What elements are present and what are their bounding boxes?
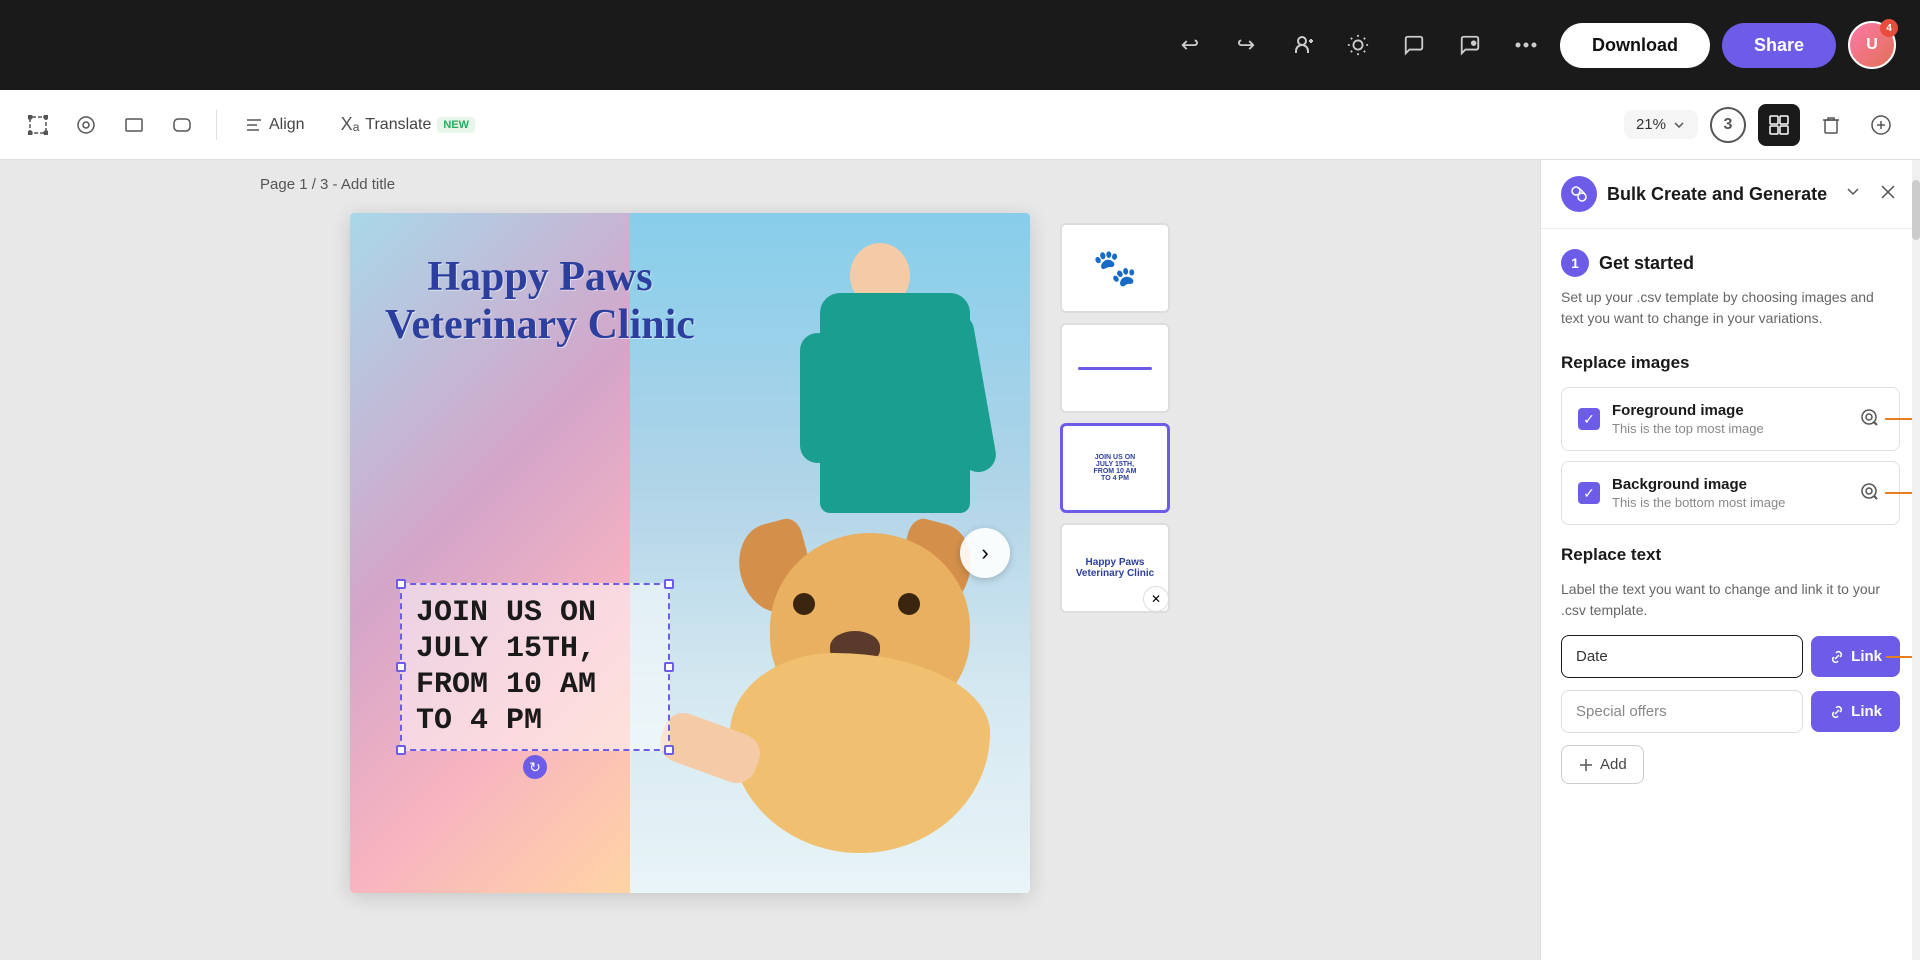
special-offers-text-input[interactable] [1561,690,1803,733]
collaborate-button[interactable] [1280,23,1324,67]
get-started-desc: Set up your .csv template by choosing im… [1561,287,1900,329]
foreground-image-label: Foreground image [1612,402,1843,419]
background-image-option: ✓ Background image This is the bottom mo… [1561,461,1900,525]
bulk-tool-button[interactable] [1758,104,1800,146]
avatar[interactable]: U 4 [1848,21,1896,69]
panel-header: Bulk Create and Generate [1541,160,1920,229]
date-text-input[interactable] [1561,635,1803,678]
design-canvas: Happy Paws Veterinary Clinic JOIN US ON [350,213,1030,893]
scrollbar-track [1912,160,1920,960]
replace-text-title: Replace text [1561,545,1900,565]
panel-close-button[interactable] [1876,179,1900,210]
share-button[interactable]: Share [1722,23,1836,68]
handle-top-right[interactable] [664,579,674,589]
thumbnails-panel: 🐾 JOIN US ONJULY 15TH,FROM 10 AMTO 4 PM … [1050,213,1190,623]
panel-body: 1 Get started Set up your .csv template … [1541,229,1920,960]
date-text: JOIN US ON JULY 15TH, FROM 10 AM TO 4 PM [416,595,654,739]
chat-button[interactable] [1448,23,1492,67]
get-started-title: Get started [1599,253,1694,274]
thumb-text-content: JOIN US ONJULY 15TH,FROM 10 AMTO 4 PM [1090,450,1141,486]
thumb-line-decoration [1078,367,1152,370]
step-badge: 1 [1561,249,1589,277]
align-button[interactable]: Align [233,110,317,140]
translate-button[interactable]: Xₐ Translate NEW [329,108,487,141]
toolbar: Align Xₐ Translate NEW 21% 3 [0,90,1920,160]
thumbnail-1[interactable]: 🐾 [1060,223,1170,313]
background-image-desc: This is the bottom most image [1612,495,1843,510]
special-offers-field-row: Link [1561,690,1900,733]
select-tool-button[interactable] [20,107,56,143]
page-indicator[interactable]: 3 [1710,107,1746,143]
new-badge: NEW [437,117,475,133]
puppy-illustration [680,533,1030,883]
human-arm-left [800,333,835,463]
top-navigation: ↩ ↪ Download Share U 4 [0,0,1920,90]
notification-badge: 4 [1880,19,1898,37]
foreground-replace-button[interactable] [1855,403,1883,436]
scrollbar-thumb[interactable] [1912,180,1920,240]
zoom-level: 21% [1636,116,1666,133]
replace-images-title: Replace images [1561,353,1900,373]
date-field-row: Link C [1561,635,1900,678]
thumbnail-4[interactable]: Happy PawsVeterinary Clinic ✕ [1060,523,1170,613]
background-image-text: Background image This is the bottom most… [1612,476,1843,510]
next-page-button[interactable]: › [960,528,1010,578]
puppy-eye-right [898,593,920,615]
add-text-field-button[interactable]: Add [1561,745,1644,784]
thumb-cancel-button[interactable]: ✕ [1143,586,1169,612]
foreground-image-text: Foreground image This is the top most im… [1612,402,1843,436]
special-offers-link-button[interactable]: Link [1811,691,1900,732]
page-label: Page 1 / 3 - Add title [0,160,1540,203]
clinic-title: Happy Paws Veterinary Clinic [370,253,710,350]
canvas-area: Page 1 / 3 - Add title [0,160,1540,960]
handle-middle-right[interactable] [664,662,674,672]
canvas-content: Happy Paws Veterinary Clinic JOIN US ON [0,203,1540,960]
rect-tool-button[interactable] [116,107,152,143]
delete-button[interactable] [1812,106,1850,144]
handle-top-left[interactable] [396,579,406,589]
translate-label: Translate [365,116,431,134]
replace-text-desc: Label the text you want to change and li… [1561,579,1900,621]
replace-text-section: Replace text Label the text you want to … [1561,545,1900,784]
panel-collapse-button[interactable] [1840,178,1866,210]
handle-bottom-right[interactable] [664,745,674,755]
zoom-control[interactable]: 21% [1624,110,1698,139]
rotate-handle[interactable]: ↻ [523,755,547,779]
foreground-image-option: ✓ Foreground image This is the top most … [1561,387,1900,451]
align-label: Align [269,116,305,134]
human-figure [810,213,1030,553]
puppy-body [730,653,990,853]
right-panel: Bulk Create and Generate 1 Get started S… [1540,160,1920,960]
foreground-checkbox[interactable]: ✓ [1578,408,1600,430]
thumbnail-3-active[interactable]: JOIN US ONJULY 15TH,FROM 10 AMTO 4 PM [1060,423,1170,513]
add-button[interactable] [1862,106,1900,144]
background-replace-button[interactable] [1855,477,1883,510]
comment-button[interactable] [1392,23,1436,67]
background-checkbox[interactable]: ✓ [1578,482,1600,504]
background-image-label: Background image [1612,476,1843,493]
thumb-vet-text: Happy PawsVeterinary Clinic [1072,553,1158,583]
thumbnail-2[interactable] [1060,323,1170,413]
puppy-eye-left [793,593,815,615]
panel-title: Bulk Create and Generate [1607,184,1830,205]
rounded-rect-tool-button[interactable] [164,107,200,143]
get-started-header: 1 Get started [1561,249,1900,277]
paw-icon: 🐾 [1093,247,1138,289]
date-box[interactable]: JOIN US ON JULY 15TH, FROM 10 AM TO 4 PM… [400,583,670,751]
main-area: Page 1 / 3 - Add title [0,160,1920,960]
effects-tool-button[interactable] [68,107,104,143]
handle-middle-left[interactable] [396,662,406,672]
undo-button[interactable]: ↩ [1168,23,1212,67]
download-button[interactable]: Download [1560,23,1710,68]
foreground-image-desc: This is the top most image [1612,421,1843,436]
bulb-button[interactable] [1336,23,1380,67]
more-options-button[interactable] [1504,23,1548,67]
panel-icon [1561,176,1597,212]
handle-bottom-left[interactable] [396,745,406,755]
redo-button[interactable]: ↪ [1224,23,1268,67]
